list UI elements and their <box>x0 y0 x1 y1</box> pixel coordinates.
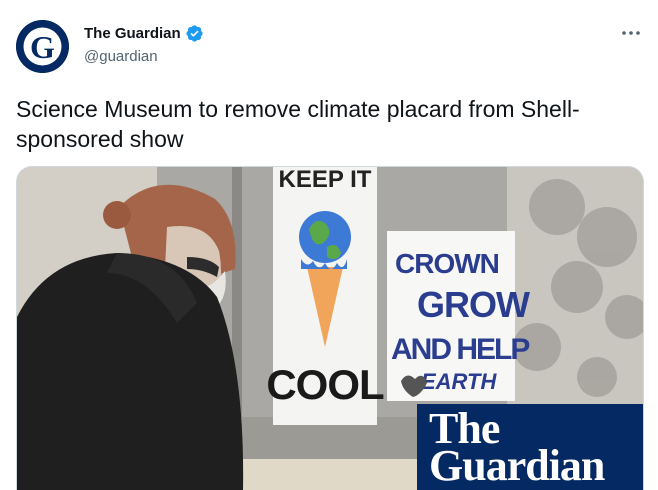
tweet-media-image[interactable]: KEEP IT COOL CROWN GROW AND HELP EARTH T… <box>16 166 644 490</box>
placard-left-top: KEEP IT <box>279 167 372 193</box>
placard-right-line4: EARTH <box>421 369 497 394</box>
placard-right-line2: GROW <box>417 284 530 325</box>
verified-badge-icon <box>185 24 204 43</box>
name-row: The Guardian <box>84 24 204 43</box>
svg-text:G: G <box>30 29 55 65</box>
tweet-text: Science Museum to remove climate placard… <box>16 96 580 152</box>
placard-left-bottom: COOL <box>266 361 384 408</box>
placard-right-line1: CROWN <box>395 248 499 279</box>
handle[interactable]: @guardian <box>84 48 158 65</box>
tweet-card: G The Guardian @guardian Science Museum … <box>0 0 658 490</box>
logo-line-2: Guardian <box>429 441 605 490</box>
guardian-logo-watermark: The Guardian <box>417 404 643 490</box>
avatar[interactable]: G <box>16 20 69 73</box>
more-options-button[interactable] <box>618 22 644 44</box>
placard-right-line3: AND HELP <box>391 333 529 366</box>
display-name[interactable]: The Guardian <box>84 25 181 42</box>
guardian-g-logo-icon: G <box>16 20 69 73</box>
more-horizontal-icon <box>622 31 640 35</box>
